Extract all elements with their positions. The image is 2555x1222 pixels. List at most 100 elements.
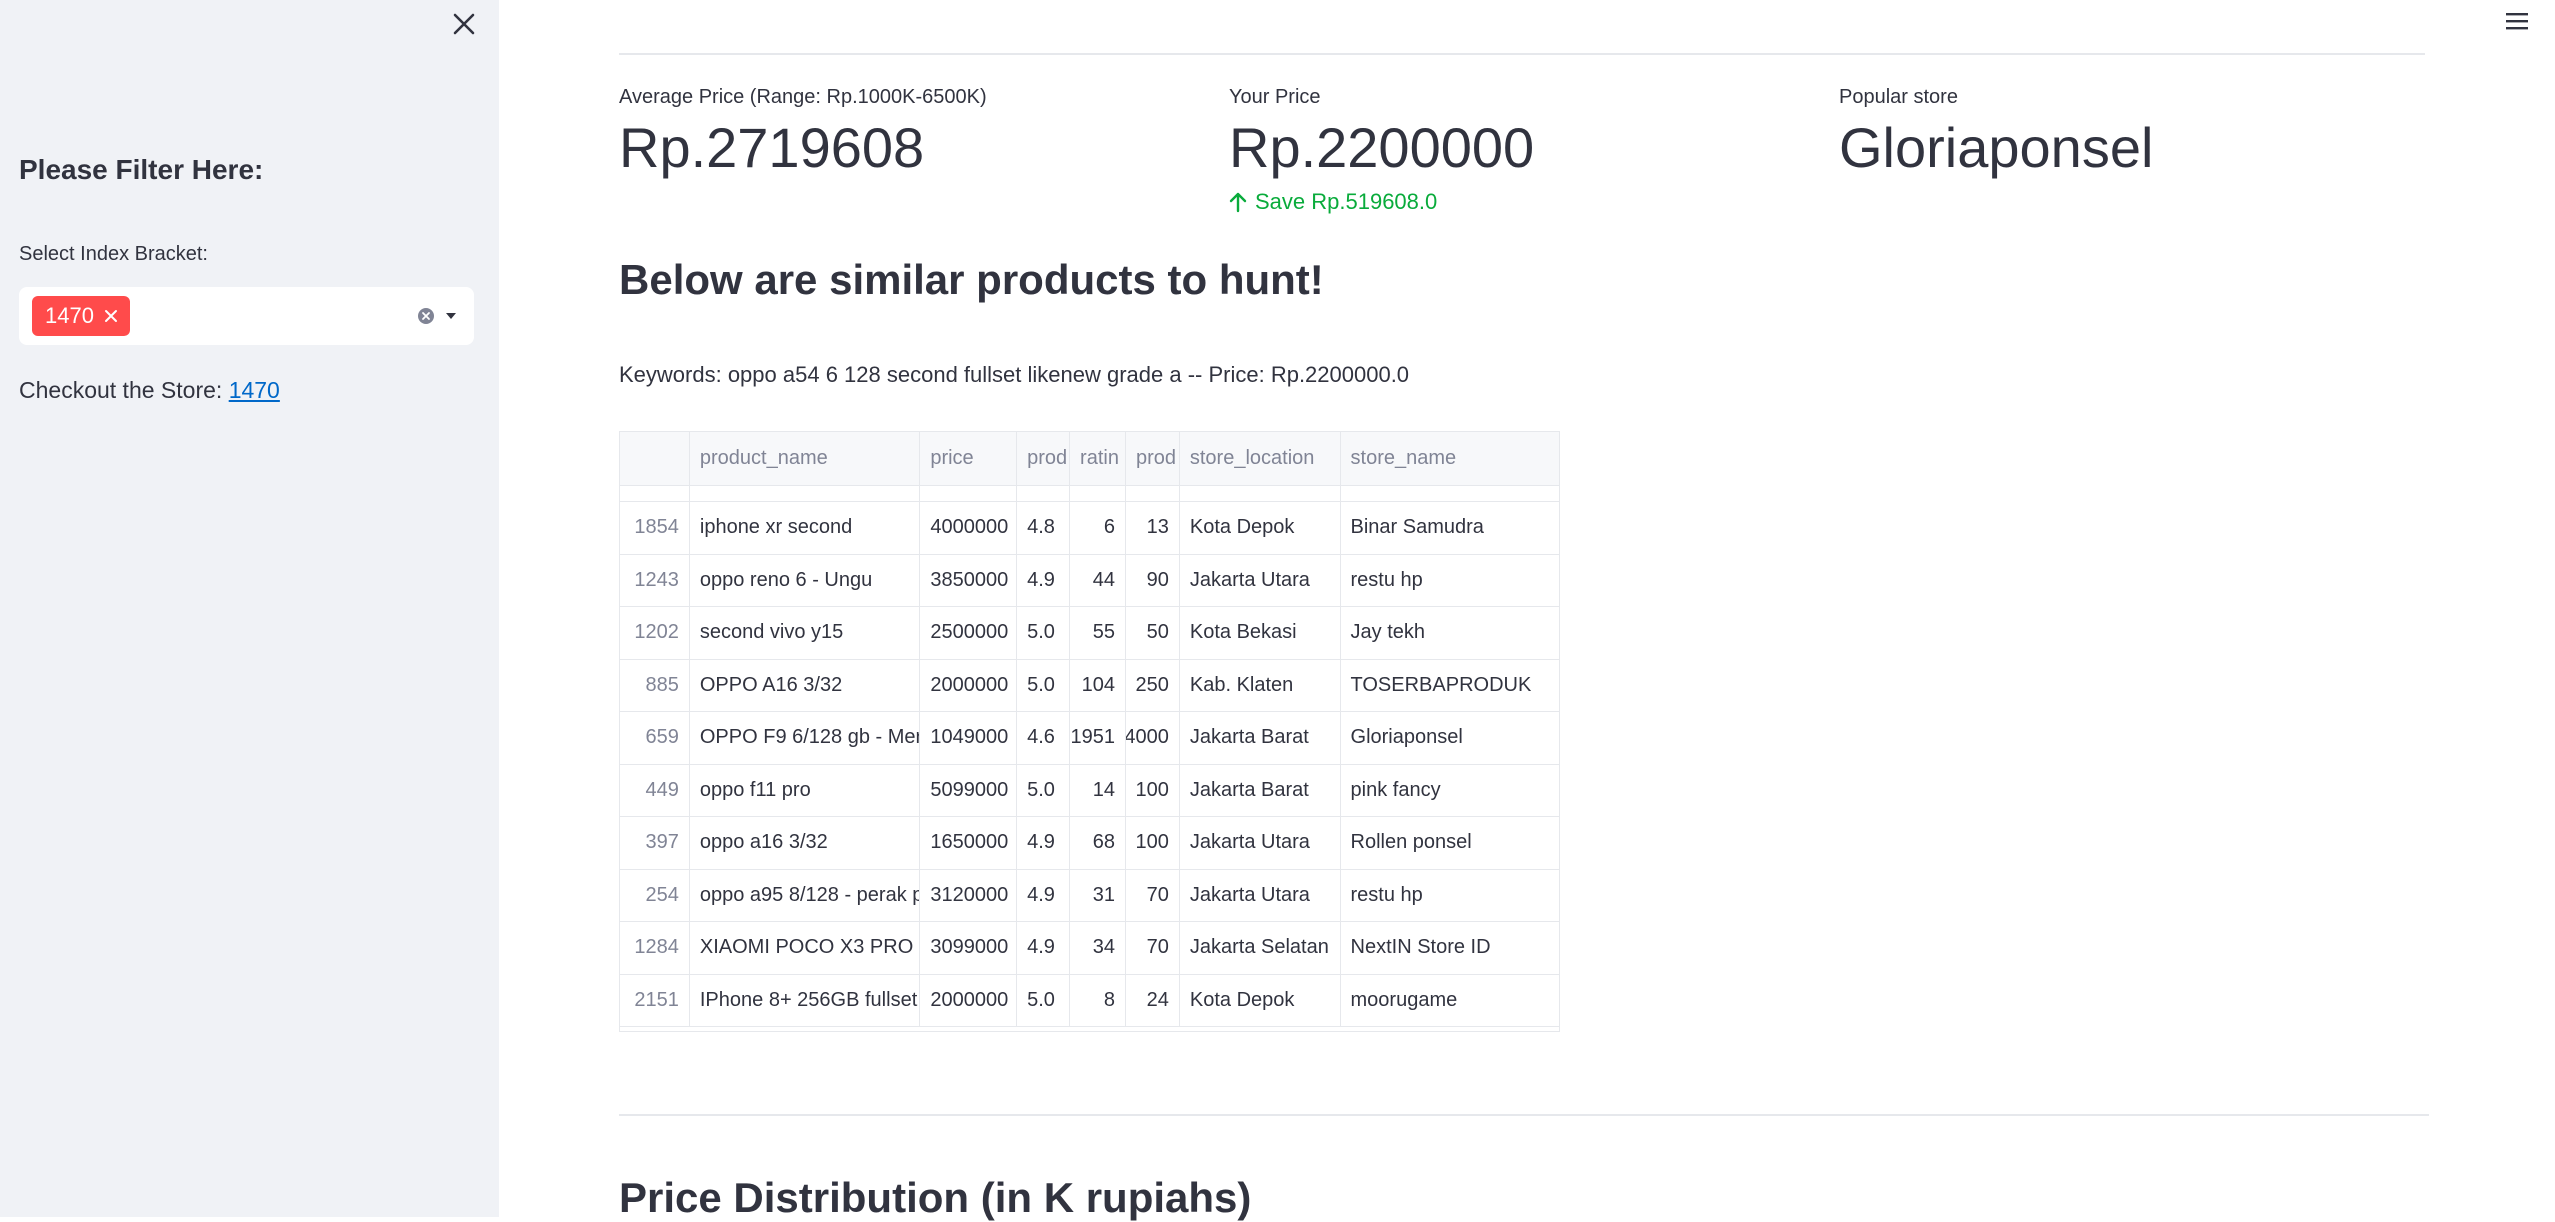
table-cell[interactable]: restu hp [1341,870,1559,922]
table-cell[interactable]: 4.8 [1017,502,1071,554]
table-row[interactable]: 1243 oppo reno 6 - Ungu 3850000 4.9 44 90 Jaka… [620,554,1559,607]
row-index-cell[interactable]: 397 [620,817,690,869]
table-row[interactable]: 1284XIAOMI POCO X3 PRO 6/130990004.93470… [620,922,1559,975]
table-row[interactable]: 254 oppo a95 8/128 - perak p 3120000 4.9 31 7… [620,869,1559,922]
table-cell[interactable]: 1049000 [920,712,1018,764]
table-row[interactable]: 1202 second vivo y15 2500000 5.0 55 50 Kota Be… [620,607,1559,660]
table-cell[interactable]: 3120000 [920,869,1018,921]
table-cell[interactable]: OPPO F9 6/128 gb - Meral [690,712,921,764]
table-cell[interactable]: 31 [1070,869,1126,921]
table-cell[interactable]: 4000000 [920,502,1018,554]
table-cell[interactable]: 5.0 [1017,974,1071,1026]
column-header[interactable]: product_name [690,432,921,485]
table-cell[interactable]: Jakarta Barat [1180,712,1341,764]
table-cell[interactable]: 4.9 [1017,869,1071,921]
table-cell[interactable]: iphone xr second [690,502,921,554]
table-cell[interactable]: 5099000 [920,764,1018,816]
table-cell[interactable]: 13 [1126,502,1180,554]
table-cell[interactable]: 3850000 [920,554,1018,606]
table-cell[interactable]: TOSERBAPRODUK [1341,660,1559,712]
column-header[interactable]: store_name [1341,432,1559,485]
table-cell[interactable]: 5.0 [1017,764,1071,816]
row-index-cell[interactable]: 885 [620,659,690,711]
table-cell[interactable]: 2000000 [920,974,1018,1026]
table-cell[interactable]: 2500000 [920,607,1018,659]
table-cell[interactable]: Jakarta Utara [1180,554,1341,606]
table-cell[interactable]: 68 [1070,817,1126,869]
table-cell[interactable]: Kota Depok [1180,974,1341,1026]
row-index-cell[interactable]: 1243 [620,554,690,606]
table-cell[interactable]: 3099000 [920,922,1018,974]
table-cell[interactable]: Jakarta Selatan [1180,922,1341,974]
column-header[interactable]: price [920,432,1018,485]
hamburger-icon[interactable] [2504,10,2530,32]
table-cell[interactable]: restu hp [1341,555,1559,607]
table-cell[interactable]: 2000000 [920,659,1018,711]
table-cell[interactable]: 44 [1070,554,1126,606]
table-cell[interactable]: 34 [1070,922,1126,974]
table-cell[interactable]: 8 [1070,974,1126,1026]
table-cell[interactable]: Gloriaponsel [1341,712,1559,764]
row-index-cell[interactable]: 1854 [620,502,690,554]
row-index-cell[interactable]: 1284 [620,922,690,974]
remove-chip-icon[interactable] [104,309,118,323]
row-index-cell[interactable]: 1202 [620,607,690,659]
table-row[interactable]: 659 OPPO F9 6/128 gb - Meral 1049000 4.6 195… [620,712,1559,765]
table-cell[interactable]: Jay tekh [1341,607,1559,659]
table-cell[interactable]: 24 [1126,974,1180,1026]
row-index-cell[interactable]: 254 [620,869,690,921]
column-header[interactable]: prod [1017,432,1071,485]
products-table[interactable]: product_name price prod ratin prod store… [619,431,1560,1032]
table-cell[interactable]: 70 [1126,922,1180,974]
table-cell[interactable]: 100 [1126,764,1180,816]
table-cell[interactable]: 4.6 [1017,712,1071,764]
table-cell[interactable]: 250 [1126,659,1180,711]
close-sidebar-button[interactable] [446,6,482,42]
table-cell[interactable]: 100 [1126,817,1180,869]
table-cell[interactable]: Binar Samudra [1341,502,1559,554]
table-cell[interactable]: Kota Depok [1180,502,1341,554]
table-cell[interactable]: Jakarta Utara [1180,869,1341,921]
table-cell[interactable]: Rollen ponsel [1341,817,1559,869]
checkout-store-link[interactable]: 1470 [229,377,280,403]
table-row[interactable]: 1854 iphone xr second 4000000 4.8 6 13 Kota De… [620,502,1559,555]
chevron-down-icon[interactable] [443,309,459,323]
clear-icon[interactable] [417,307,435,325]
table-row[interactable]: 885 OPPO A16 3/32 2000000 5.0 104 250 Kab. Kla… [620,659,1559,712]
table-cell[interactable]: 1650000 [920,817,1018,869]
table-cell[interactable]: 55 [1070,607,1126,659]
table-cell[interactable]: Kota Bekasi [1180,607,1341,659]
table-cell[interactable]: oppo a95 8/128 - perak p [690,869,921,921]
row-index-cell[interactable]: 659 [620,712,690,764]
table-cell[interactable]: oppo a16 3/32 [690,817,921,869]
row-index-cell[interactable]: 449 [620,764,690,816]
column-header[interactable]: store_location [1180,432,1341,485]
index-bracket-multiselect[interactable]: 1470 [19,287,474,345]
table-cell[interactable]: 4000 [1126,712,1180,764]
table-cell[interactable]: 4.9 [1017,817,1071,869]
table-cell[interactable]: NextIN Store ID [1341,922,1559,974]
table-cell[interactable]: 70 [1126,869,1180,921]
table-cell[interactable]: 14 [1070,764,1126,816]
table-cell[interactable]: 4.9 [1017,554,1071,606]
table-cell[interactable]: Kab. Klaten [1180,659,1341,711]
table-cell[interactable]: second vivo y15 [690,607,921,659]
table-cell[interactable]: XIAOMI POCO X3 PRO 6/1 [690,922,921,974]
table-cell[interactable]: 1951 [1070,712,1126,764]
table-cell[interactable]: OPPO A16 3/32 [690,659,921,711]
table-cell[interactable]: 4.9 [1017,922,1071,974]
table-row[interactable]: 2151 IPhone 8+ 256GB fullset 2000000 5.0 8 24… [620,974,1559,1027]
column-header[interactable] [620,432,690,485]
table-cell[interactable]: oppo reno 6 - Ungu [690,554,921,606]
table-cell[interactable]: Jakarta Utara [1180,817,1341,869]
table-cell[interactable]: Jakarta Barat [1180,764,1341,816]
column-header[interactable]: prod [1126,432,1180,485]
table-cell[interactable]: 50 [1126,607,1180,659]
table-cell[interactable]: moorugame [1341,975,1559,1027]
row-index-cell[interactable]: 2151 [620,974,690,1026]
table-cell[interactable]: 90 [1126,554,1180,606]
table-row[interactable]: 449 oppo f11 pro 5099000 5.0 14 100 Jakarta Ba… [620,764,1559,817]
table-cell[interactable]: 6 [1070,502,1126,554]
table-cell[interactable]: 104 [1070,659,1126,711]
table-cell[interactable]: pink fancy [1341,765,1559,817]
